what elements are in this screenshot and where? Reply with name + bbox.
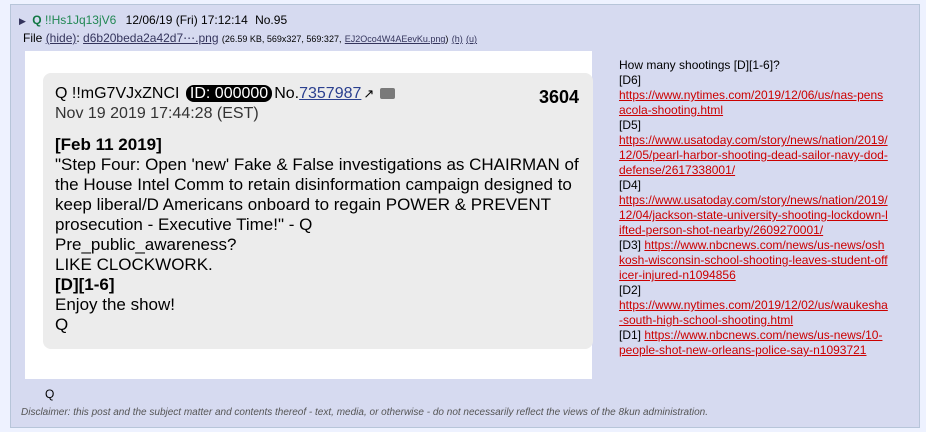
embedded-line: Enjoy the show! [55, 295, 176, 314]
post-header: ▶ Q !!Hs1Jq13jV6 12/06/19 (Fri) 17:12:14… [19, 13, 287, 27]
d3-label: [D3] [619, 238, 642, 252]
d2-link[interactable]: https://www.nytimes.com/2019/12/02/us/wa… [619, 298, 888, 327]
file-name-link[interactable]: d6b20beda2a42d7⋯.png [83, 31, 218, 45]
embedded-post-header: Q !!mG7VJxZNCI ID: 000000 No.7357987 ↗ [55, 85, 396, 103]
embedded-tag: [D][1-6] [55, 275, 115, 294]
file-label: File [23, 31, 43, 45]
d4-link[interactable]: https://www.usatoday.com/story/news/nati… [619, 193, 888, 237]
folder-icon [380, 88, 396, 100]
embedded-date-tag: [Feb 11 2019] [55, 135, 162, 154]
post-body: How many shootings [D][1-6]? [D6] https:… [619, 58, 889, 358]
embedded-line: Pre_public_awareness? [55, 235, 237, 254]
file-meta-close: ) [445, 34, 449, 44]
embedded-post-card: Q !!mG7VJxZNCI ID: 000000 No.7357987 ↗ Nov… [43, 73, 593, 349]
d5-label: [D5] [619, 118, 642, 132]
u-link[interactable]: (u) [466, 34, 477, 44]
post: ▶ Q !!Hs1Jq13jV6 12/06/19 (Fri) 17:12:14… [10, 4, 920, 428]
post-menu-arrow-icon[interactable]: ▶ [19, 16, 26, 26]
embedded-no-prefix: No. [274, 85, 300, 102]
file-meta: (26.59 KB, 569x327, 569:327, [221, 34, 342, 44]
signature: Q [45, 387, 55, 401]
embedded-post-number: 7357987 [299, 85, 362, 102]
attached-image[interactable]: Q !!mG7VJxZNCI ID: 000000 No.7357987 ↗ Nov… [25, 51, 593, 379]
embedded-poster-name: Q !!mG7VJxZNCI [55, 85, 180, 102]
d1-item: [D1] https://www.nbcnews.com/news/us-new… [619, 328, 889, 358]
id-badge: ID: 000000 [185, 85, 273, 102]
question-line: How many shootings [D][1-6]? [619, 58, 780, 72]
d2-label: [D2] [619, 283, 642, 297]
external-link-icon: ↗ [363, 86, 375, 101]
d1-label: [D1] [619, 328, 642, 342]
d6-link[interactable]: https://www.nytimes.com/2019/12/06/us/na… [619, 88, 883, 117]
post-number[interactable]: No.95 [255, 13, 287, 27]
file-info: File (hide): d6b20beda2a42d7⋯.png (26.59… [23, 31, 478, 45]
d4-label: [D4] [619, 178, 642, 192]
d1-link[interactable]: https://www.nbcnews.com/news/us-news/10-… [619, 328, 882, 357]
tripcode: !!Hs1Jq13jV6 [44, 13, 117, 27]
poster-name: Q [32, 13, 42, 27]
d6-label: [D6] [619, 73, 642, 87]
embedded-quote: "Step Four: Open 'new' Fake & False inve… [55, 155, 579, 234]
embedded-post-date: Nov 19 2019 17:44:28 (EST) [55, 105, 259, 122]
d3-link[interactable]: https://www.nbcnews.com/news/us-news/osh… [619, 238, 888, 282]
embedded-line: LIKE CLOCKWORK. [55, 255, 213, 274]
disclaimer: Disclaimer: this post and the subject ma… [21, 407, 708, 418]
post-datetime: 12/06/19 (Fri) 17:12:14 [125, 13, 248, 27]
original-filename-link[interactable]: EJ2Oco4W4AEevKu.png [345, 34, 446, 44]
hide-file-link[interactable]: (hide) [46, 31, 77, 45]
h-link[interactable]: (h) [452, 34, 463, 44]
embedded-signature: Q [55, 315, 69, 334]
d3-item: [D3] https://www.nbcnews.com/news/us-new… [619, 238, 889, 283]
embedded-post-count: 3604 [538, 87, 579, 107]
d5-link[interactable]: https://www.usatoday.com/story/news/nati… [619, 133, 888, 177]
embedded-post-body: [Feb 11 2019] "Step Four: Open 'new' Fak… [55, 135, 585, 335]
